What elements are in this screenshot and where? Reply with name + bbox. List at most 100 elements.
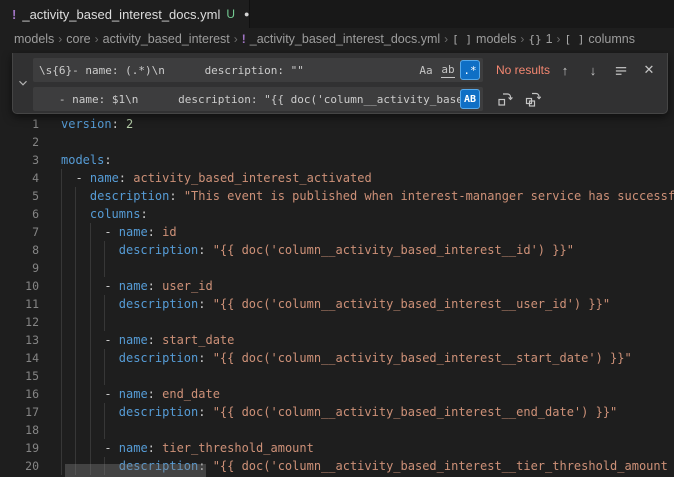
breadcrumb-separator-icon: › bbox=[444, 32, 448, 46]
indent-guide bbox=[61, 457, 62, 475]
code-line[interactable]: 8description: "{{ doc('column__activity_… bbox=[0, 241, 674, 259]
tab-title: _activity_based_interest_docs.yml bbox=[22, 7, 220, 22]
breadcrumb-item[interactable]: activity_based_interest bbox=[103, 32, 230, 46]
code-line[interactable]: 18 bbox=[0, 421, 674, 439]
indent-guide bbox=[75, 439, 76, 457]
code-line[interactable]: 16- name: end_date bbox=[0, 385, 674, 403]
close-button[interactable]: ✕ bbox=[639, 60, 659, 80]
indent-guide bbox=[75, 349, 76, 367]
replace-row: - name: $1\n description: "{{ doc('colum… bbox=[33, 87, 659, 111]
line-content: - name: tier_threshold_amount bbox=[61, 439, 314, 457]
regex-toggle[interactable]: .* bbox=[460, 60, 480, 80]
replace-all-icon bbox=[525, 91, 541, 107]
line-content: - name: start_date bbox=[61, 331, 234, 349]
code-line[interactable]: 7- name: id bbox=[0, 223, 674, 241]
code-area[interactable]: 1version: 223models:4- name: activity_ba… bbox=[0, 115, 674, 475]
toggle-replace-button[interactable] bbox=[13, 53, 33, 113]
indent-guide bbox=[61, 349, 62, 367]
breadcrumb-item[interactable]: !_activity_based_interest_docs.yml bbox=[242, 32, 440, 46]
indent-guide bbox=[61, 241, 62, 259]
code-line[interactable]: 19 - name: tier_threshold_amount bbox=[0, 439, 674, 457]
indent-guide bbox=[61, 169, 62, 187]
indent-guide bbox=[104, 295, 105, 313]
code-line[interactable]: 15 bbox=[0, 367, 674, 385]
indent-guide bbox=[90, 313, 91, 331]
replace-all-button[interactable] bbox=[523, 89, 543, 109]
indent-guide bbox=[75, 259, 76, 277]
whole-word-toggle[interactable]: ab bbox=[438, 60, 458, 80]
code-line[interactable]: 14description: "{{ doc('column__activity… bbox=[0, 349, 674, 367]
code-line[interactable]: 4- name: activity_based_interest_activat… bbox=[0, 169, 674, 187]
indent-guide bbox=[61, 331, 62, 349]
indent-guide bbox=[104, 367, 105, 385]
find-results-status: No results bbox=[496, 63, 550, 77]
indent-guide bbox=[61, 295, 62, 313]
indent-guide bbox=[75, 331, 76, 349]
line-content: description: "{{ doc('column__activity_b… bbox=[61, 403, 617, 421]
line-number: 9 bbox=[0, 259, 39, 277]
code-line[interactable]: 10- name: user_id bbox=[0, 277, 674, 295]
tab-bar: ! _activity_based_interest_docs.yml U ● bbox=[0, 0, 674, 28]
preserve-case-toggle[interactable]: AB bbox=[460, 89, 480, 109]
horizontal-scrollbar[interactable] bbox=[65, 464, 206, 477]
next-match-button[interactable]: ↓ bbox=[583, 60, 603, 80]
replace-input-value[interactable]: - name: $1\n description: "{{ doc('colum… bbox=[39, 93, 460, 106]
indent-guide bbox=[75, 403, 76, 421]
code-line[interactable]: 5description: "This event is published w… bbox=[0, 187, 674, 205]
code-line[interactable]: 1version: 2 bbox=[0, 115, 674, 133]
yaml-file-icon: ! bbox=[12, 7, 16, 22]
indent-guide bbox=[104, 421, 105, 439]
match-case-toggle[interactable]: Aa bbox=[416, 60, 436, 80]
modified-dot-icon[interactable]: ● bbox=[244, 9, 249, 19]
line-number: 5 bbox=[0, 187, 39, 205]
find-input-value[interactable]: \s{6}- name: (.*)\n description: "" bbox=[39, 64, 416, 77]
replace-input[interactable]: - name: $1\n description: "{{ doc('colum… bbox=[33, 87, 483, 111]
line-number: 2 bbox=[0, 133, 39, 151]
code-line[interactable]: 2 bbox=[0, 133, 674, 151]
breadcrumb-separator-icon: › bbox=[95, 32, 99, 46]
breadcrumb-separator-icon: › bbox=[234, 32, 238, 46]
code-line[interactable]: 13 - name: start_date bbox=[0, 331, 674, 349]
line-content: version: 2 bbox=[61, 115, 133, 133]
line-content: - name: id bbox=[61, 223, 177, 241]
find-in-selection-icon bbox=[614, 63, 629, 78]
indent-guide bbox=[90, 259, 91, 277]
line-number: 19 bbox=[0, 439, 39, 457]
breadcrumb: models › core › activity_based_interest › !_ac… bbox=[0, 28, 674, 50]
code-line[interactable]: 12 bbox=[0, 313, 674, 331]
indent-guide bbox=[90, 277, 91, 295]
indent-guide bbox=[61, 205, 62, 223]
indent-guide bbox=[75, 277, 76, 295]
previous-match-button[interactable]: ↑ bbox=[555, 60, 575, 80]
indent-guide bbox=[90, 385, 91, 403]
code-line[interactable]: 3models: bbox=[0, 151, 674, 169]
breadcrumb-item[interactable]: [ ]models bbox=[452, 32, 516, 46]
array-symbol-icon: [ ] bbox=[565, 33, 585, 46]
replace-button[interactable] bbox=[495, 89, 515, 109]
tab-active-file[interactable]: ! _activity_based_interest_docs.yml U ● bbox=[0, 0, 250, 28]
indent-guide bbox=[61, 277, 62, 295]
line-content: - name: end_date bbox=[61, 385, 220, 403]
breadcrumb-item[interactable]: [ ]columns bbox=[565, 32, 635, 46]
indent-guide bbox=[61, 367, 62, 385]
editor[interactable]: 1version: 223models:4- name: activity_ba… bbox=[0, 50, 674, 477]
breadcrumb-item[interactable]: models bbox=[14, 32, 54, 46]
code-line[interactable]: 11description: "{{ doc('column__activity… bbox=[0, 295, 674, 313]
breadcrumb-item[interactable]: {}1 bbox=[528, 32, 552, 46]
line-number: 4 bbox=[0, 169, 39, 187]
code-line[interactable]: 17description: "{{ doc('column__activity… bbox=[0, 403, 674, 421]
line-number: 20 bbox=[0, 457, 39, 475]
line-content bbox=[61, 259, 119, 277]
line-number: 11 bbox=[0, 295, 39, 313]
indent-guide bbox=[104, 241, 105, 259]
breadcrumb-item[interactable]: core bbox=[66, 32, 90, 46]
breadcrumb-label: columns bbox=[588, 32, 635, 46]
line-number: 13 bbox=[0, 331, 39, 349]
find-in-selection-button[interactable] bbox=[611, 60, 631, 80]
code-line[interactable]: 9 bbox=[0, 259, 674, 277]
find-input[interactable]: \s{6}- name: (.*)\n description: "" Aa a… bbox=[33, 58, 483, 82]
indent-guide bbox=[61, 259, 62, 277]
indent-guide bbox=[90, 223, 91, 241]
code-line[interactable]: 6columns: bbox=[0, 205, 674, 223]
breadcrumb-separator-icon: › bbox=[58, 32, 62, 46]
